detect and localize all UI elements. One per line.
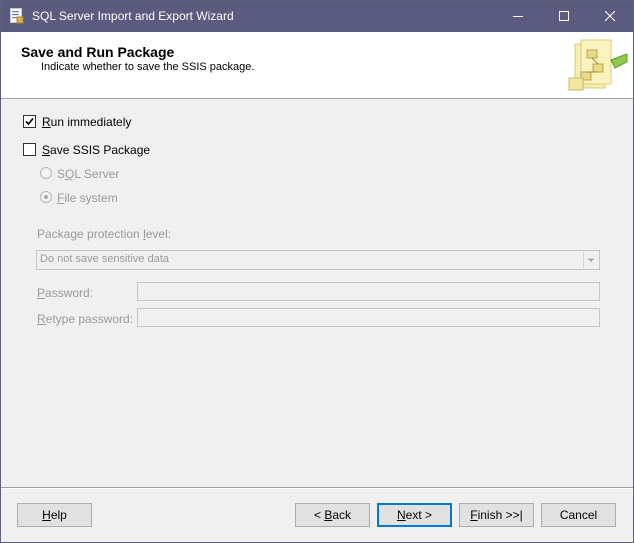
finish-button[interactable]: Finish >>| (459, 503, 534, 527)
wizard-app-icon (10, 8, 24, 24)
minimize-button[interactable] (495, 1, 541, 32)
retype-password-label: Retype password: (37, 312, 134, 326)
save-ssis-package-checkbox[interactable] (23, 143, 36, 156)
protection-level-select[interactable]: Do not save sensitive data (36, 250, 600, 270)
title-bar: SQL Server Import and Export Wizard (1, 1, 633, 32)
retype-password-field[interactable] (137, 308, 600, 327)
footer-separator-highlight (1, 488, 633, 489)
file-system-radio[interactable] (40, 191, 52, 203)
checkmark-icon (25, 117, 34, 126)
page-subtitle: Indicate whether to save the SSIS packag… (41, 61, 255, 73)
window-title: SQL Server Import and Export Wizard (32, 9, 234, 23)
password-field[interactable] (137, 282, 600, 301)
save-ssis-package-label[interactable]: Save SSIS Package (42, 143, 150, 157)
sql-server-radio[interactable] (40, 167, 52, 179)
page-title: Save and Run Package (21, 44, 175, 60)
sql-server-label: SQL Server (57, 167, 120, 181)
help-button[interactable]: Help (17, 503, 92, 527)
file-system-label: File system (57, 191, 118, 205)
wizard-header: Save and Run Package Indicate whether to… (1, 32, 633, 99)
close-button[interactable] (587, 1, 633, 32)
protection-level-label: Package protection level: (37, 227, 172, 241)
back-button[interactable]: < Back (295, 503, 370, 527)
radio-selected-dot (44, 195, 48, 199)
minimize-icon (513, 16, 523, 17)
protection-level-value: Do not save sensitive data (40, 253, 170, 265)
chevron-down-icon (587, 258, 595, 262)
maximize-button[interactable] (541, 1, 587, 32)
wizard-window: SQL Server Import and Export Wizard Save… (0, 0, 634, 543)
package-wizard-icon (568, 39, 628, 91)
close-icon (605, 11, 616, 22)
dropdown-button[interactable] (583, 252, 598, 268)
maximize-icon (559, 11, 569, 21)
run-immediately-label[interactable]: Run immediately (42, 115, 131, 129)
password-label: Password: (37, 286, 94, 300)
next-button[interactable]: Next > (377, 503, 452, 527)
run-immediately-checkbox[interactable] (23, 115, 36, 128)
cancel-button[interactable]: Cancel (541, 503, 616, 527)
